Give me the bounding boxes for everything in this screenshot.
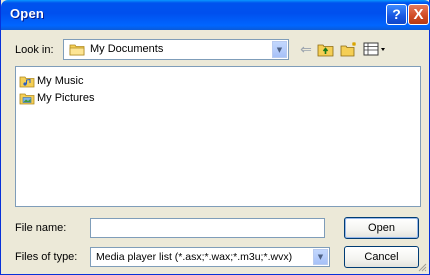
help-button[interactable]: ? (386, 4, 407, 25)
file-name-input[interactable] (90, 218, 325, 238)
cancel-button[interactable]: Cancel (344, 246, 419, 268)
chevron-down-icon[interactable]: ▼ (272, 41, 287, 58)
open-button[interactable]: Open (344, 217, 419, 239)
file-type-value: Media player list (*.asx;*.wax;*.m3u;*.w… (96, 251, 293, 263)
resize-grip-icon[interactable] (417, 262, 427, 272)
new-folder-icon[interactable] (340, 41, 358, 59)
open-dialog: Open ? X Look in: My Documents ▼ ⇐ My Mu… (0, 0, 430, 275)
title-bar[interactable]: Open ? X (1, 0, 430, 30)
file-name: My Pictures (37, 92, 95, 104)
dialog-title: Open (10, 6, 45, 21)
look-in-value: My Documents (90, 43, 164, 55)
back-arrow-icon[interactable]: ⇐ (298, 41, 314, 59)
file-name-label: File name: (15, 222, 67, 234)
file-type-dropdown[interactable]: Media player list (*.asx;*.wax;*.m3u;*.w… (90, 247, 330, 267)
folder-icon (69, 44, 85, 56)
look-in-label: Look in: (15, 44, 54, 56)
file-name: My Music (37, 75, 84, 87)
views-menu-icon[interactable] (363, 41, 387, 59)
file-type-label: Files of type: (15, 251, 78, 263)
file-list[interactable]: My Music My Pictures (15, 66, 421, 207)
look-in-dropdown[interactable]: My Documents ▼ (63, 39, 289, 60)
chevron-down-icon[interactable]: ▼ (313, 249, 328, 265)
music-folder-icon (19, 76, 35, 88)
up-one-level-icon[interactable] (317, 41, 335, 59)
pictures-folder-icon (19, 93, 35, 105)
close-button[interactable]: X (408, 4, 429, 25)
